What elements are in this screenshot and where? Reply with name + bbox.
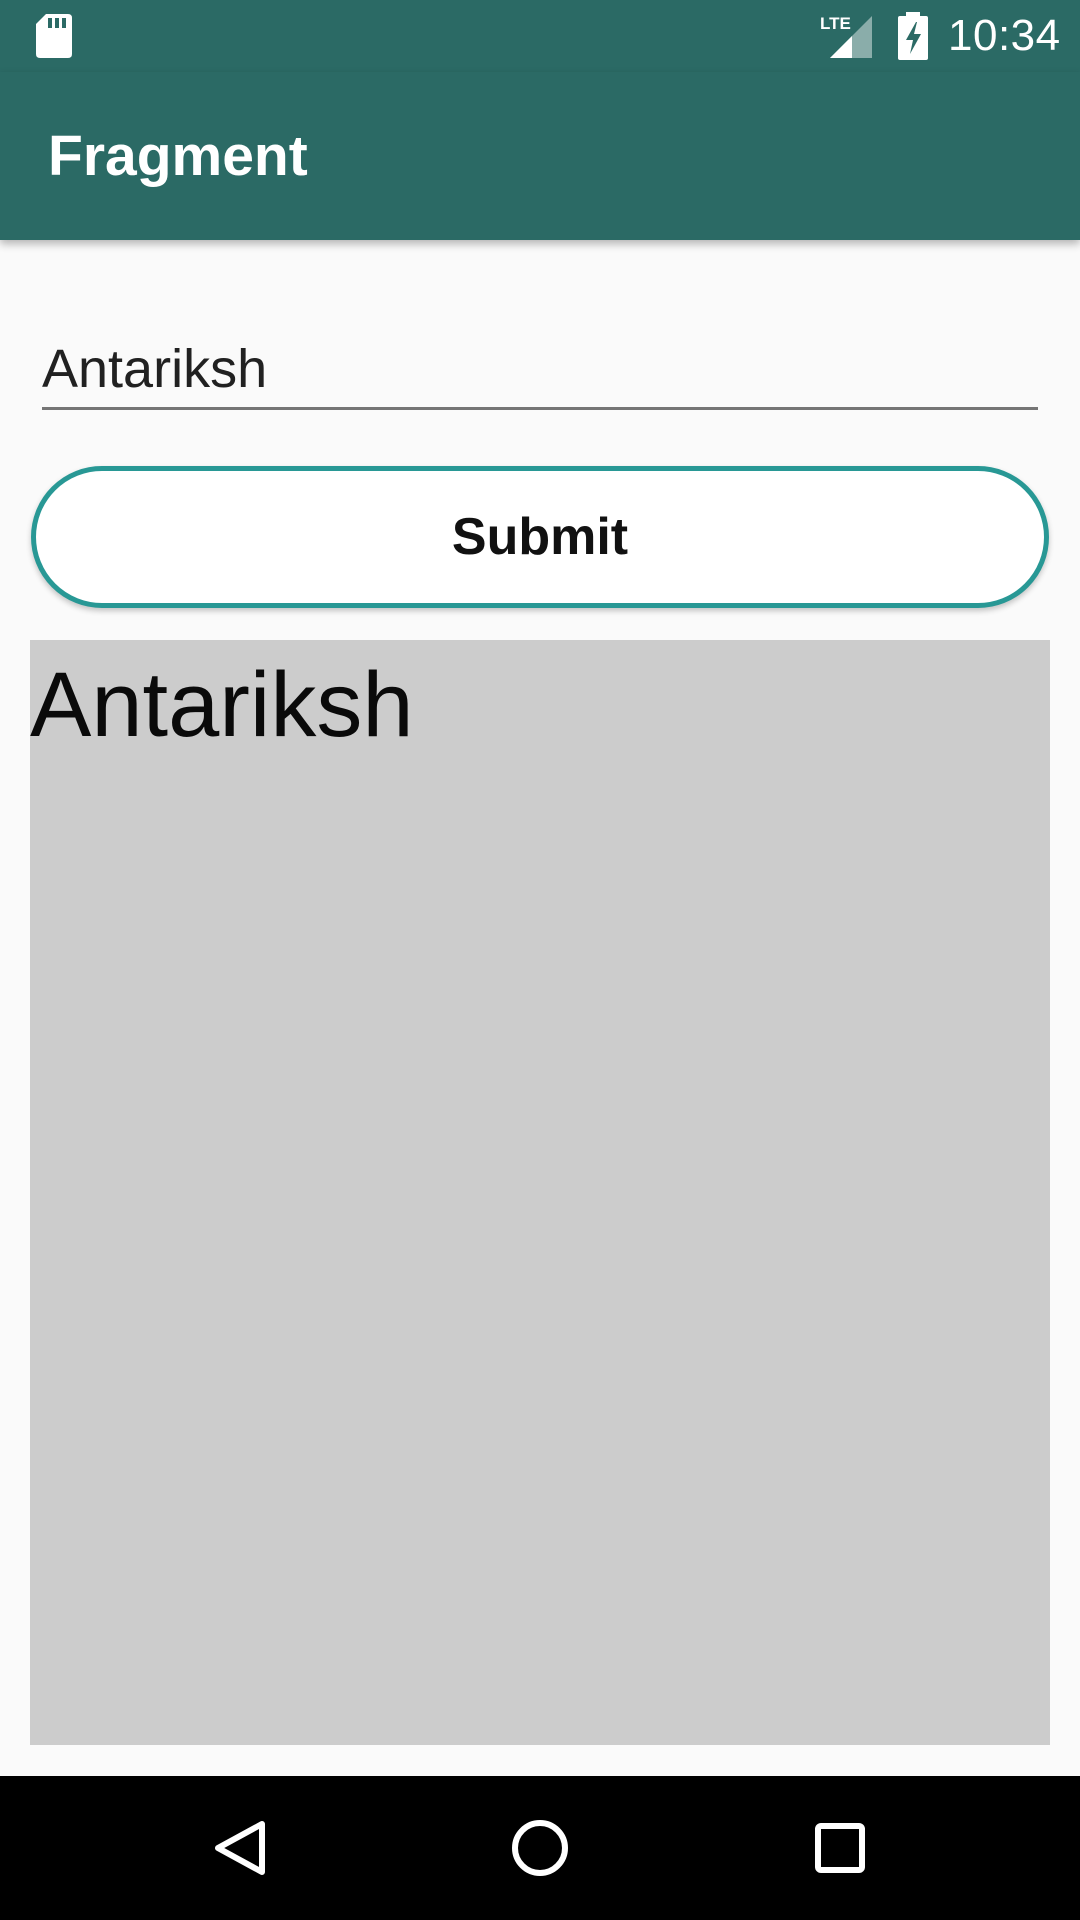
- lte-signal-icon: LTE: [820, 14, 872, 58]
- navigation-bar: [0, 1776, 1080, 1920]
- submit-button[interactable]: Submit: [31, 466, 1049, 608]
- name-input[interactable]: Antariksh: [42, 318, 1038, 410]
- back-icon[interactable]: [190, 1798, 290, 1898]
- display-text: Antariksh: [30, 654, 414, 756]
- app-title: Fragment: [48, 124, 308, 188]
- battery-charging-icon: [898, 12, 928, 60]
- sd-card-icon: [36, 14, 72, 58]
- status-bar: LTE 10:34: [0, 0, 1080, 72]
- app-bar: Fragment: [0, 72, 1080, 240]
- recents-icon[interactable]: [790, 1798, 890, 1898]
- home-icon[interactable]: [490, 1798, 590, 1898]
- fragment-display-panel: Antariksh: [30, 640, 1050, 1745]
- name-input-value: Antariksh: [42, 339, 268, 399]
- status-clock: 10:34: [948, 11, 1061, 60]
- lte-label: LTE: [820, 14, 851, 33]
- submit-button-label: Submit: [451, 508, 629, 566]
